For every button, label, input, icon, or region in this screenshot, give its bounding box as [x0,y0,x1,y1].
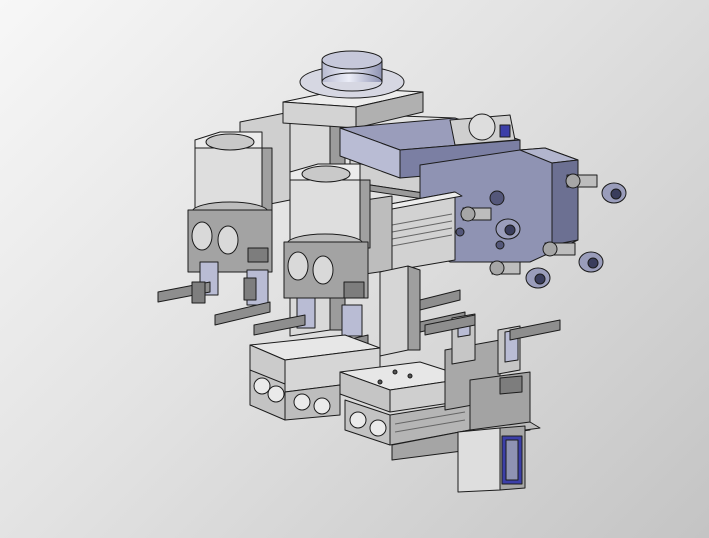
cad-model-render[interactable] [0,0,709,538]
rear-right-flange [449,113,516,146]
left-gripper-jaws [157,261,271,326]
right-pneumatic-cylinder [457,425,526,493]
cad-viewport[interactable] [0,0,709,538]
fitting-4 [489,260,551,289]
center-gripper-body [283,241,369,299]
center-linear-slide [364,191,463,275]
fitting-3 [542,241,604,273]
